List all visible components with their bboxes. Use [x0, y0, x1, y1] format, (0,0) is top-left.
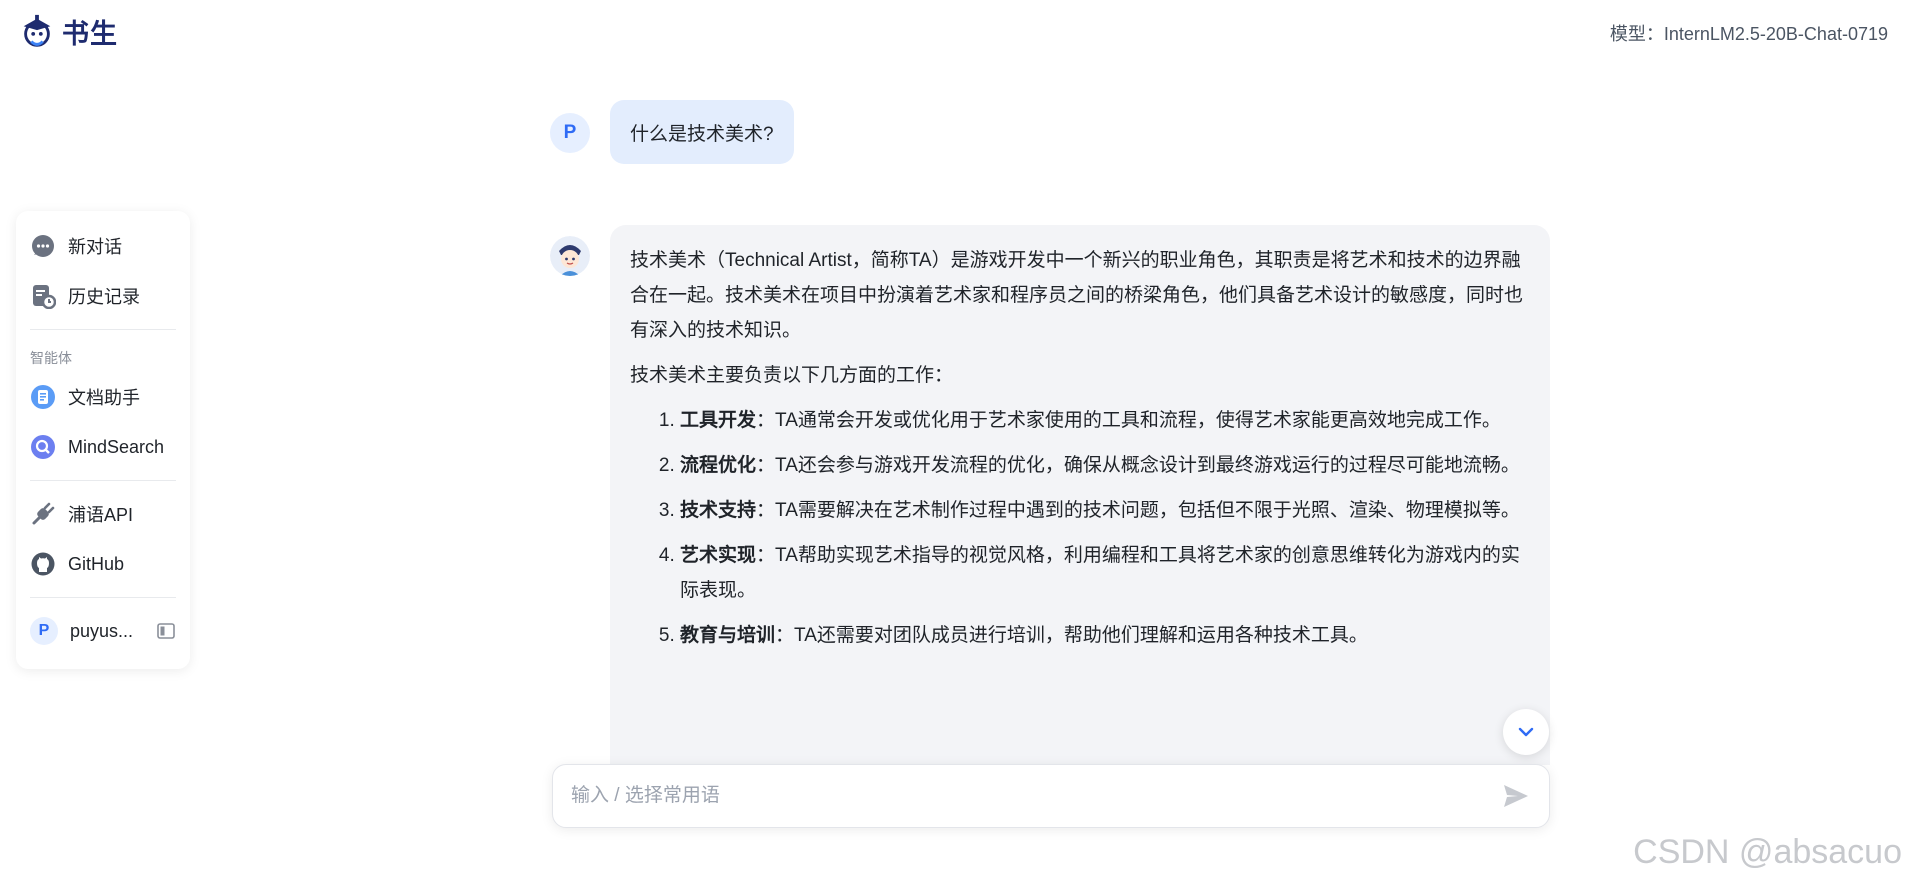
assistant-paragraph: 技术美术主要负责以下几方面的工作：: [630, 365, 954, 386]
sidebar-item-document-assistant[interactable]: 文档助手: [30, 372, 176, 422]
github-icon: [31, 552, 55, 576]
history-icon: [33, 285, 56, 309]
chevron-down-icon: [1518, 727, 1534, 737]
list-item-text: ：TA还需要对团队成员进行培训，帮助他们理解和运用各种技术工具。: [775, 625, 1368, 646]
list-item-text: ：TA帮助实现艺术指导的视觉风格，利用编程和工具将艺术家的创意思维转化为游戏内的…: [680, 545, 1520, 601]
user-message-bubble: 什么是技术美术?: [610, 100, 794, 164]
sidebar-item-label: 新对话: [68, 237, 122, 257]
sidebar-item-history[interactable]: 历史记录: [30, 271, 176, 321]
chat-input[interactable]: [571, 785, 1501, 807]
logo-text: 书生: [62, 19, 118, 50]
app-logo[interactable]: 书生: [18, 12, 118, 51]
sidebar-divider: [30, 597, 176, 598]
list-item-text: ：TA需要解决在艺术制作过程中遇到的技术问题，包括但不限于光照、渲染、物理模拟等…: [756, 500, 1520, 521]
list-item-text: ：TA还会参与游戏开发流程的优化，确保从概念设计到最终游戏运行的过程尽可能地流畅…: [756, 455, 1520, 476]
list-item: 教育与培训：TA还需要对团队成员进行培训，帮助他们理解和运用各种技术工具。: [680, 618, 1532, 653]
user-name: puyus...: [70, 620, 134, 641]
chat-bubble-icon: [32, 235, 54, 257]
mindsearch-icon: [31, 435, 55, 459]
sidebar-item-label: GitHub: [68, 553, 125, 574]
sidebar-divider: [30, 480, 176, 481]
list-item-title: 技术支持: [680, 500, 757, 521]
send-icon[interactable]: [1501, 781, 1531, 811]
sidebar-item-label: 浦语API: [68, 505, 134, 525]
sidebar: 新对话 历史记录 智能体 文档助手 MindSearch 浦语API GitHu…: [16, 211, 190, 669]
list-item: 工具开发：TA通常会开发或优化用于艺术家使用的工具和流程，使得艺术家能更高效地完…: [680, 403, 1532, 438]
list-item: 艺术实现：TA帮助实现艺术指导的视觉风格，利用编程和工具将艺术家的创意思维转化为…: [680, 538, 1532, 608]
list-item: 流程优化：TA还会参与游戏开发流程的优化，确保从概念设计到最终游戏运行的过程尽可…: [680, 448, 1532, 483]
plug-icon: [32, 502, 55, 525]
sidebar-user[interactable]: P puyus...: [30, 606, 176, 656]
model-label[interactable]: 模型：InternLM2.5-20B-Chat-0719: [1610, 20, 1888, 46]
user-avatar: P: [30, 617, 58, 645]
list-item-text: ：TA通常会开发或优化用于艺术家使用的工具和流程，使得艺术家能更高效地完成工作。: [756, 410, 1501, 431]
chat-user-avatar: P: [550, 113, 590, 153]
assistant-avatar: [550, 236, 590, 276]
sidebar-item-new-chat[interactable]: 新对话: [30, 221, 176, 271]
list-item: 技术支持：TA需要解决在艺术制作过程中遇到的技术问题，包括但不限于光照、渲染、物…: [680, 493, 1532, 528]
list-item-title: 艺术实现: [680, 545, 757, 566]
assistant-message-bubble: 技术美术（Technical Artist，简称TA）是游戏开发中一个新兴的职业…: [610, 225, 1550, 765]
csdn-watermark: CSDN @absacuo: [1633, 833, 1902, 871]
sidebar-item-label: 文档助手: [68, 388, 140, 408]
scholar-logo-icon: [23, 14, 51, 47]
chat-input-box: [552, 764, 1550, 828]
scroll-to-bottom-button[interactable]: [1503, 709, 1549, 755]
sidebar-item-mindsearch[interactable]: MindSearch: [30, 422, 176, 472]
list-item-title: 流程优化: [680, 455, 757, 476]
app-page: 书生 模型：InternLM2.5-20B-Chat-0719 新对话 历史记录…: [0, 0, 1910, 880]
sidebar-item-github[interactable]: GitHub: [30, 539, 176, 589]
assistant-list: 工具开发：TA通常会开发或优化用于艺术家使用的工具和流程，使得艺术家能更高效地完…: [630, 403, 1532, 653]
list-item-title: 工具开发: [680, 410, 757, 431]
sidebar-divider: [30, 329, 176, 330]
sidebar-item-puyu-api[interactable]: 浦语API: [30, 489, 176, 539]
collapse-sidebar-icon[interactable]: [156, 621, 176, 641]
list-item-title: 教育与培训: [680, 625, 776, 646]
sidebar-item-label: MindSearch: [68, 436, 165, 457]
document-assistant-icon: [31, 385, 55, 409]
sidebar-item-label: 历史记录: [68, 287, 140, 307]
assistant-paragraph: 技术美术（Technical Artist，简称TA）是游戏开发中一个新兴的职业…: [630, 250, 1524, 341]
agents-section-label: 智能体: [30, 350, 72, 366]
